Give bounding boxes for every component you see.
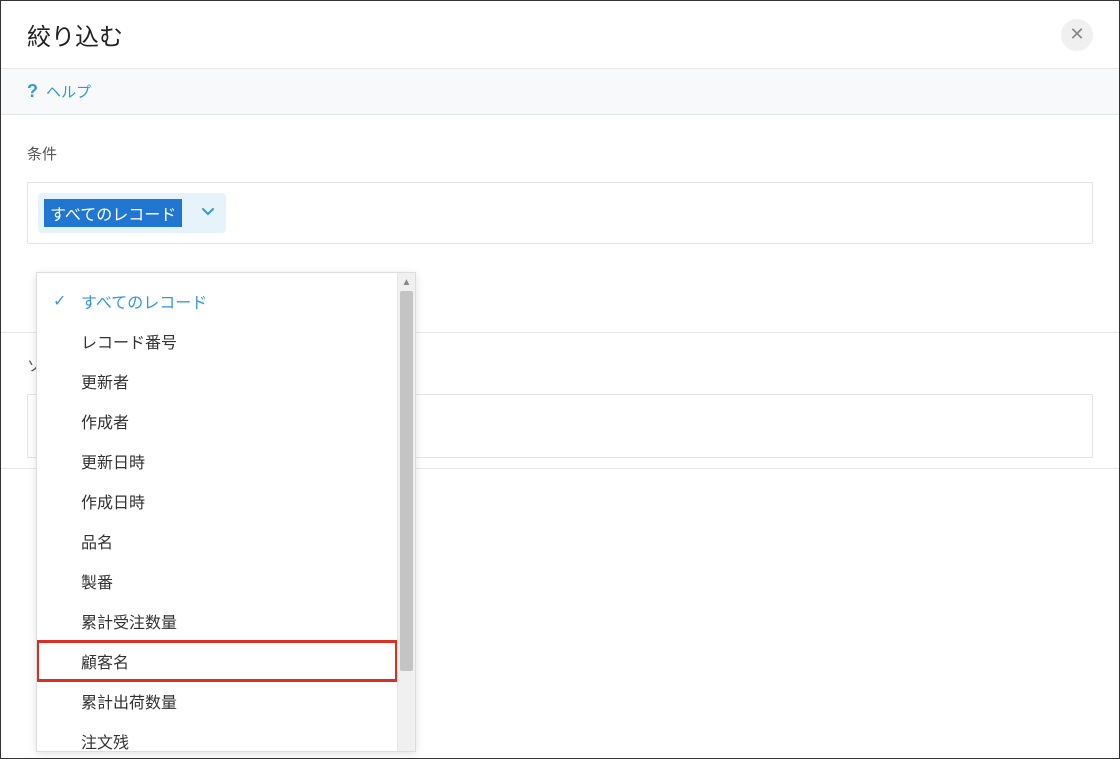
check-icon: ✓ (53, 291, 66, 311)
dropdown-item[interactable]: レコード番号 (37, 321, 397, 361)
condition-section: 条件 すべてのレコード (1, 115, 1119, 244)
scrollbar[interactable]: ▲ (397, 273, 415, 751)
dropdown-item[interactable]: 累計受注数量 (37, 601, 397, 641)
dropdown-item-label: レコード番号 (81, 329, 177, 353)
scroll-thumb[interactable] (400, 291, 413, 671)
dropdown-item[interactable]: 更新日時 (37, 441, 397, 481)
help-link[interactable]: ヘルプ (46, 81, 91, 102)
condition-dropdown-trigger[interactable]: すべてのレコード (38, 193, 226, 233)
condition-panel: すべてのレコード (27, 182, 1093, 244)
dropdown-item[interactable]: 顧客名 (37, 641, 397, 681)
dropdown-item-label: 作成日時 (81, 489, 145, 513)
dialog-header: 絞り込む ✕ (1, 1, 1119, 69)
dropdown-item-label: 累計出荷数量 (81, 689, 177, 713)
dropdown-item-label: 品名 (81, 529, 113, 553)
dropdown-selected-value: すべてのレコード (44, 199, 182, 227)
dropdown-item[interactable]: 累計出荷数量 (37, 681, 397, 721)
dialog-title: 絞り込む (27, 17, 123, 52)
dropdown-item[interactable]: 更新者 (37, 361, 397, 401)
dropdown-item-label: 更新者 (81, 369, 129, 393)
chevron-down-icon (200, 203, 216, 224)
condition-label: 条件 (27, 143, 1093, 164)
dropdown-item-label: 作成者 (81, 409, 129, 433)
close-button[interactable]: ✕ (1061, 19, 1093, 51)
field-dropdown-panel: ✓ すべてのレコードレコード番号更新者作成者更新日時作成日時品名製番累計受注数量顧… (36, 272, 416, 752)
dropdown-item-label: 顧客名 (81, 649, 129, 673)
dropdown-item-label: 注文残 (81, 729, 129, 751)
dropdown-item-label: 累計受注数量 (81, 609, 177, 633)
dropdown-item[interactable]: 注文残 (37, 721, 397, 751)
dropdown-item-label: 製番 (81, 569, 113, 593)
dropdown-item[interactable]: 作成日時 (37, 481, 397, 521)
help-icon: ? (27, 81, 38, 102)
help-bar: ? ヘルプ (1, 69, 1119, 115)
dropdown-item-label: 更新日時 (81, 449, 145, 473)
dropdown-item[interactable]: ✓ すべてのレコード (37, 281, 397, 321)
dropdown-item[interactable]: 製番 (37, 561, 397, 601)
dropdown-item[interactable]: 品名 (37, 521, 397, 561)
dropdown-item[interactable]: 作成者 (37, 401, 397, 441)
scroll-up-arrow-icon[interactable]: ▲ (398, 273, 415, 291)
close-icon: ✕ (1069, 24, 1084, 45)
dropdown-list: ✓ すべてのレコードレコード番号更新者作成者更新日時作成日時品名製番累計受注数量顧… (37, 273, 397, 751)
dropdown-item-label: すべてのレコード (81, 289, 207, 313)
